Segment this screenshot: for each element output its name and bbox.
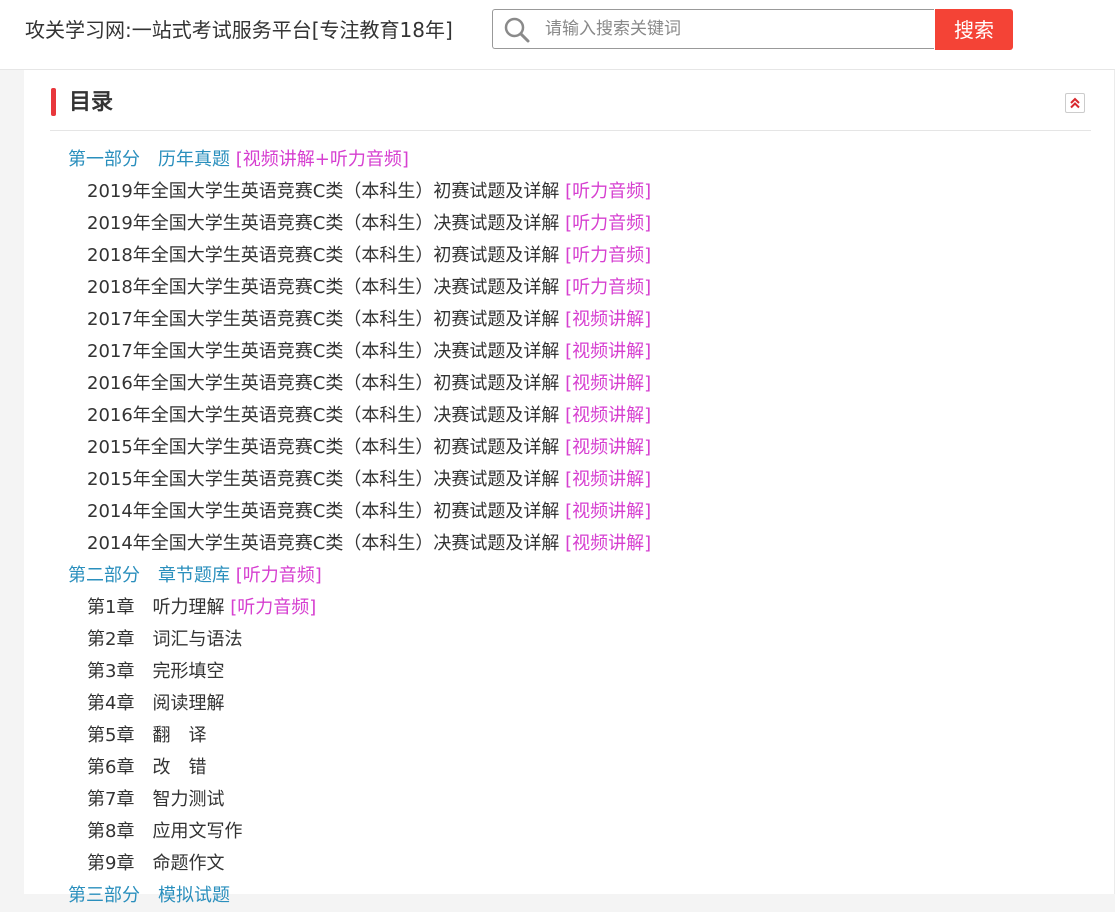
toc-header: 目录	[50, 87, 1091, 131]
toc-item[interactable]: 2018年全国大学生英语竞赛C类（本科生）决赛试题及详解 [听力音频]	[24, 272, 1084, 304]
chapter-number: 第4章	[87, 693, 135, 714]
part-label: 第一部分	[68, 149, 140, 170]
item-text: 2014年全国大学生英语竞赛C类（本科生）决赛试题及详解	[87, 533, 560, 554]
chapter-name: 应用文写作	[152, 821, 243, 842]
site-title[interactable]: 攻关学习网:一站式考试服务平台[专注教育18年]	[25, 16, 453, 44]
search-button[interactable]: 搜索	[935, 9, 1013, 50]
toc-title: 目录	[69, 90, 114, 115]
toc-part-3[interactable]: 第三部分 模拟试题	[24, 880, 1084, 912]
toc-item[interactable]: 2015年全国大学生英语竞赛C类（本科生）初赛试题及详解 [视频讲解]	[24, 432, 1084, 464]
item-text: 2017年全国大学生英语竞赛C类（本科生）决赛试题及详解	[87, 341, 560, 362]
chapter-name: 词汇与语法	[152, 629, 243, 650]
collapse-button[interactable]	[1065, 93, 1085, 113]
item-tag[interactable]: [视频讲解]	[565, 309, 651, 330]
toc-chapter[interactable]: 第1章 听力理解 [听力音频]	[24, 592, 1084, 624]
title-accent-bar	[51, 88, 56, 116]
chapter-number: 第5章	[87, 725, 135, 746]
part-tag[interactable]: [视频讲解+听力音频]	[236, 149, 409, 170]
chapter-number: 第8章	[87, 821, 135, 842]
item-tag[interactable]: [视频讲解]	[565, 373, 651, 394]
item-text: 2014年全国大学生英语竞赛C类（本科生）初赛试题及详解	[87, 501, 560, 522]
toc-item[interactable]: 2016年全国大学生英语竞赛C类（本科生）初赛试题及详解 [视频讲解]	[24, 368, 1084, 400]
toc-item[interactable]: 2019年全国大学生英语竞赛C类（本科生）初赛试题及详解 [听力音频]	[24, 176, 1084, 208]
item-text: 2015年全国大学生英语竞赛C类（本科生）初赛试题及详解	[87, 437, 560, 458]
chapter-number: 第6章	[87, 757, 135, 778]
toc-item[interactable]: 2014年全国大学生英语竞赛C类（本科生）初赛试题及详解 [视频讲解]	[24, 496, 1084, 528]
item-tag[interactable]: [听力音频]	[565, 245, 651, 266]
item-tag[interactable]: [听力音频]	[565, 277, 651, 298]
toc-chapter[interactable]: 第3章 完形填空	[24, 656, 1084, 688]
chapter-name: 完形填空	[152, 661, 225, 682]
toc-chapter[interactable]: 第4章 阅读理解	[24, 688, 1084, 720]
toc-part-1[interactable]: 第一部分 历年真题 [视频讲解+听力音频]	[24, 144, 1084, 176]
item-text: 2016年全国大学生英语竞赛C类（本科生）初赛试题及详解	[87, 373, 560, 394]
site-header: 攻关学习网:一站式考试服务平台[专注教育18年] 搜索	[0, 0, 1115, 70]
toc-item[interactable]: 2014年全国大学生英语竞赛C类（本科生）决赛试题及详解 [视频讲解]	[24, 528, 1084, 560]
toc-item[interactable]: 2017年全国大学生英语竞赛C类（本科生）初赛试题及详解 [视频讲解]	[24, 304, 1084, 336]
toc-item[interactable]: 2019年全国大学生英语竞赛C类（本科生）决赛试题及详解 [听力音频]	[24, 208, 1084, 240]
item-tag[interactable]: [视频讲解]	[565, 341, 651, 362]
toc-chapter[interactable]: 第6章改 错	[24, 752, 1084, 784]
chapter-name: 阅读理解	[152, 693, 225, 714]
double-chevron-up-icon	[1070, 97, 1080, 109]
item-tag[interactable]: [视频讲解]	[565, 501, 651, 522]
item-text: 2019年全国大学生英语竞赛C类（本科生）初赛试题及详解	[87, 181, 560, 202]
chapter-number: 第7章	[87, 789, 135, 810]
toc-item[interactable]: 2017年全国大学生英语竞赛C类（本科生）决赛试题及详解 [视频讲解]	[24, 336, 1084, 368]
part-label: 第二部分	[68, 565, 140, 586]
toc-item[interactable]: 2015年全国大学生英语竞赛C类（本科生）决赛试题及详解 [视频讲解]	[24, 464, 1084, 496]
item-tag[interactable]: [视频讲解]	[565, 405, 651, 426]
toc-chapter[interactable]: 第9章 命题作文	[24, 848, 1084, 880]
chapter-tag[interactable]: [听力音频]	[230, 597, 316, 618]
toc-chapter[interactable]: 第2章 词汇与语法	[24, 624, 1084, 656]
item-text: 2018年全国大学生英语竞赛C类（本科生）决赛试题及详解	[87, 277, 560, 298]
part-name: 历年真题	[158, 149, 230, 170]
search-box[interactable]	[492, 9, 934, 49]
toc-item[interactable]: 2018年全国大学生英语竞赛C类（本科生）初赛试题及详解 [听力音频]	[24, 240, 1084, 272]
part-name: 模拟试题	[158, 885, 230, 906]
toc-part-2[interactable]: 第二部分 章节题库 [听力音频]	[24, 560, 1084, 592]
search-input[interactable]	[545, 16, 915, 42]
toc-panel: 目录 第一部分 历年真题 [视频讲解+听力音频] 2019年全国大学生英语竞赛C类…	[24, 70, 1115, 906]
chapter-number: 第9章	[87, 853, 135, 874]
chapter-name: 改 错	[152, 757, 207, 778]
toc-chapter[interactable]: 第8章 应用文写作	[24, 816, 1084, 848]
item-tag[interactable]: [视频讲解]	[565, 533, 651, 554]
item-tag[interactable]: [听力音频]	[565, 181, 651, 202]
item-tag[interactable]: [视频讲解]	[565, 469, 651, 490]
chapter-number: 第3章	[87, 661, 135, 682]
item-text: 2015年全国大学生英语竞赛C类（本科生）决赛试题及详解	[87, 469, 560, 490]
chapter-name: 智力测试	[152, 789, 225, 810]
toc-item[interactable]: 2016年全国大学生英语竞赛C类（本科生）决赛试题及详解 [视频讲解]	[24, 400, 1084, 432]
item-text: 2019年全国大学生英语竞赛C类（本科生）决赛试题及详解	[87, 213, 560, 234]
item-tag[interactable]: [视频讲解]	[565, 437, 651, 458]
item-tag[interactable]: [听力音频]	[565, 213, 651, 234]
chapter-number: 第1章	[87, 597, 135, 618]
chapter-number: 第2章	[87, 629, 135, 650]
search-icon	[504, 17, 530, 43]
part-label: 第三部分	[68, 885, 140, 906]
toc-chapter[interactable]: 第7章 智力测试	[24, 784, 1084, 816]
toc-chapter[interactable]: 第5章翻 译	[24, 720, 1084, 752]
chapter-name: 命题作文	[152, 853, 225, 874]
part-name: 章节题库	[158, 565, 230, 586]
chapter-name: 听力理解	[152, 597, 225, 618]
chapter-name: 翻 译	[152, 725, 207, 746]
item-text: 2017年全国大学生英语竞赛C类（本科生）初赛试题及详解	[87, 309, 560, 330]
part-tag[interactable]: [听力音频]	[236, 565, 322, 586]
toc-list: 第一部分 历年真题 [视频讲解+听力音频] 2019年全国大学生英语竞赛C类（本科…	[24, 144, 1084, 912]
item-text: 2018年全国大学生英语竞赛C类（本科生）初赛试题及详解	[87, 245, 560, 266]
item-text: 2016年全国大学生英语竞赛C类（本科生）决赛试题及详解	[87, 405, 560, 426]
